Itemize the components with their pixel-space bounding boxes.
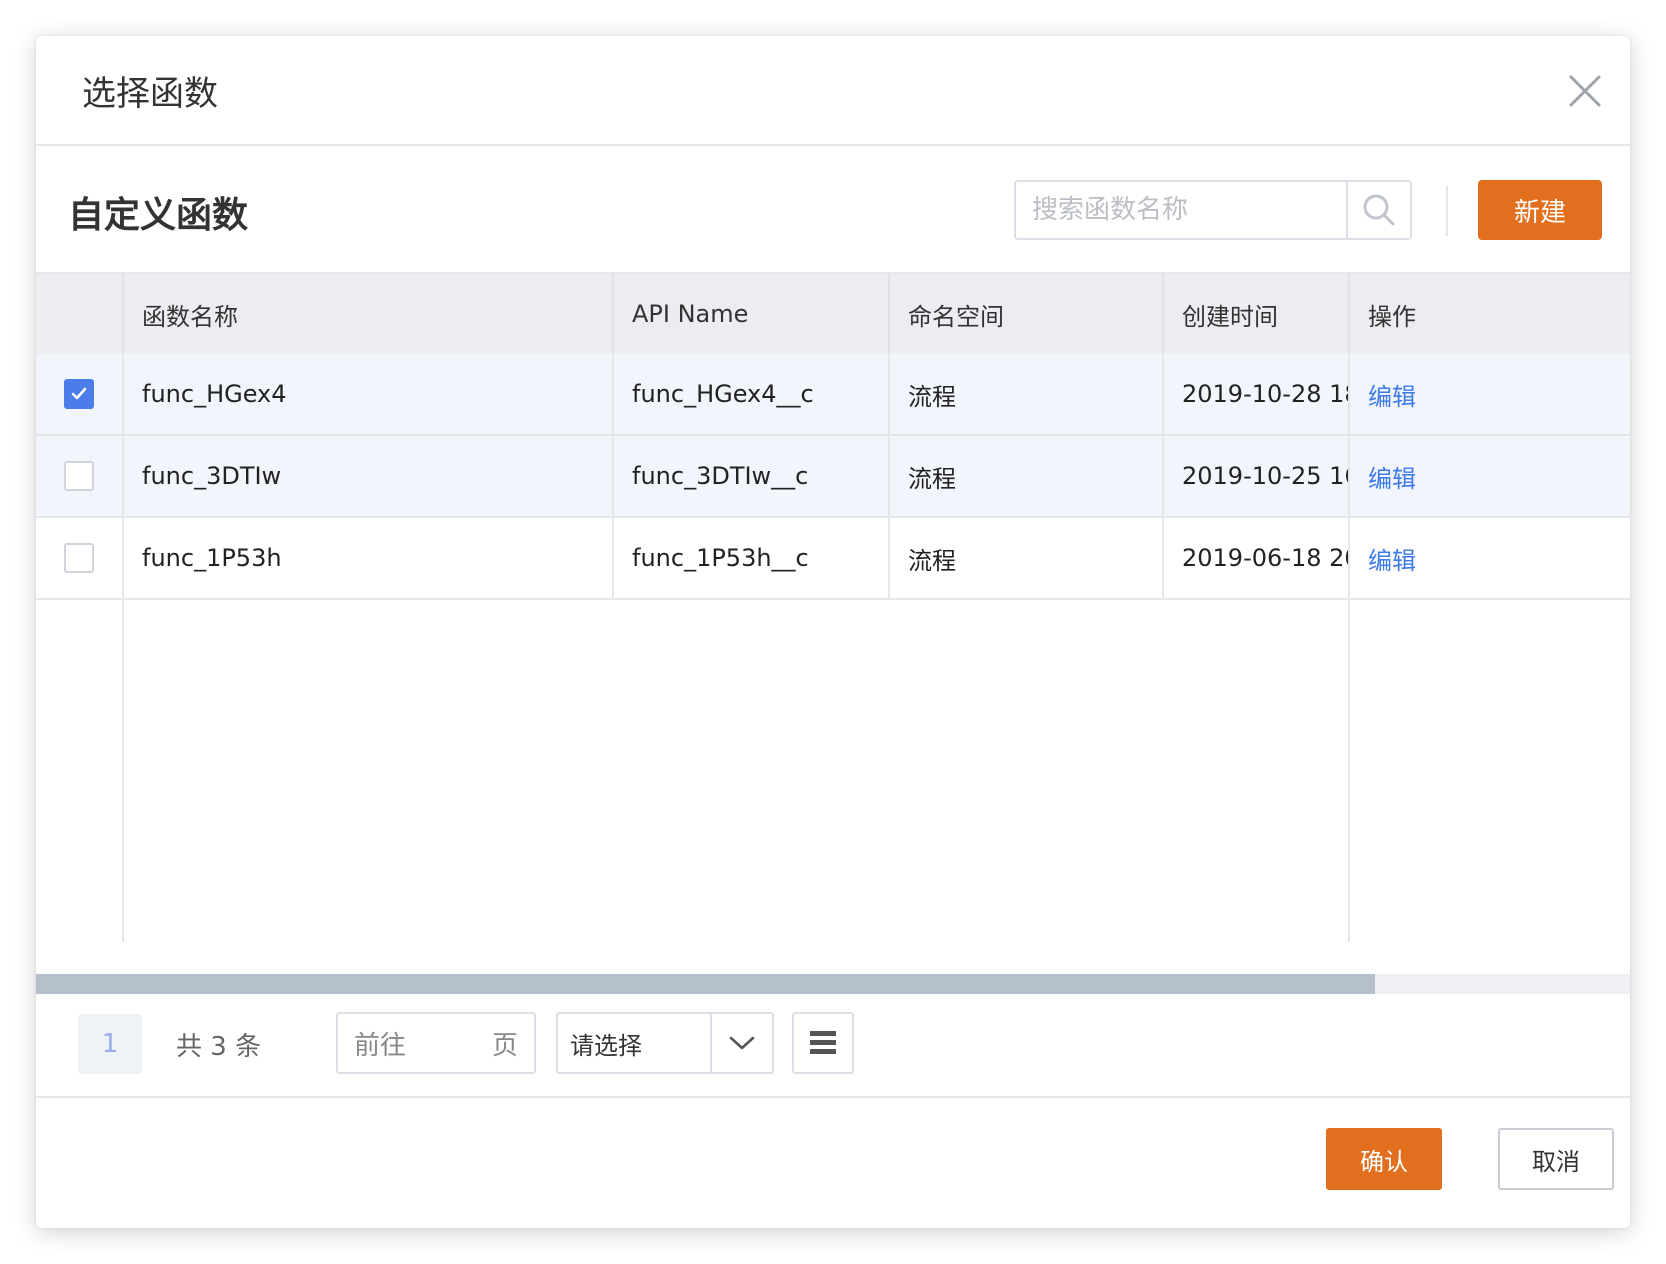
- row-select-cell: [36, 518, 124, 598]
- row-checkbox[interactable]: [64, 379, 94, 409]
- search-icon: [1363, 194, 1395, 226]
- select-function-dialog: 选择函数 自定义函数 新建 函数名称 API Name 命名: [36, 36, 1630, 1228]
- header-namespace: 命名空间: [890, 274, 1164, 354]
- row-checkbox[interactable]: [64, 543, 94, 573]
- search-box: [1014, 180, 1412, 240]
- function-name-cell: func_HGex4: [124, 354, 614, 434]
- dialog-footer: 确认 取消: [36, 1098, 1630, 1228]
- total-count: 共 3 条: [176, 1032, 262, 1062]
- edit-link[interactable]: 编辑: [1368, 541, 1416, 576]
- api-name-cell: func_HGex4__c: [614, 354, 890, 434]
- api-name-cell: func_3DTIw__c: [614, 436, 890, 516]
- pagination: 1 共 3 条 前往 页 请选择: [36, 996, 1630, 1098]
- search-input[interactable]: [1016, 182, 1346, 238]
- table-row[interactable]: func_3DTIw func_3DTIw__c 流程 2019-10-25 1…: [36, 436, 1630, 518]
- dialog-title: 选择函数: [82, 74, 218, 114]
- action-cell: 编辑: [1350, 436, 1630, 516]
- edit-link[interactable]: 编辑: [1368, 459, 1416, 494]
- row-select-cell: [36, 354, 124, 434]
- check-icon: [71, 387, 87, 400]
- row-select-cell: [36, 436, 124, 516]
- function-name-cell: func_1P53h: [124, 518, 614, 598]
- function-name-cell: func_3DTIw: [124, 436, 614, 516]
- goto-prefix: 前往: [354, 1030, 407, 1061]
- page-size-value: 请选择: [570, 1031, 642, 1060]
- dialog-header: 选择函数: [36, 36, 1630, 146]
- header-api-name: API Name: [614, 274, 890, 354]
- header-function-name: 函数名称: [124, 274, 614, 354]
- new-function-button[interactable]: 新建: [1478, 180, 1602, 240]
- toolbar: 自定义函数 新建: [36, 146, 1630, 272]
- horizontal-scrollbar[interactable]: [36, 974, 1630, 994]
- created-time-cell: 2019-10-28 18:1: [1164, 354, 1350, 434]
- created-time-cell: 2019-06-18 20:2: [1164, 518, 1350, 598]
- table-row[interactable]: func_1P53h func_1P53h__c 流程 2019-06-18 2…: [36, 518, 1630, 600]
- cancel-button[interactable]: 取消: [1498, 1128, 1614, 1190]
- search-button[interactable]: [1346, 182, 1410, 238]
- page-size-select[interactable]: 请选择: [556, 1012, 774, 1074]
- namespace-cell: 流程: [890, 436, 1164, 516]
- page-number-button[interactable]: 1: [78, 1014, 142, 1074]
- functions-table: 函数名称 API Name 命名空间 创建时间 操作 func_HGex4 fu…: [36, 272, 1630, 942]
- action-cell: 编辑: [1350, 354, 1630, 434]
- confirm-button[interactable]: 确认: [1326, 1128, 1442, 1190]
- header-created-time: 创建时间: [1164, 274, 1350, 354]
- created-time-cell: 2019-10-25 16:0: [1164, 436, 1350, 516]
- row-checkbox[interactable]: [64, 461, 94, 491]
- namespace-cell: 流程: [890, 518, 1164, 598]
- namespace-cell: 流程: [890, 354, 1164, 434]
- header-action: 操作: [1368, 302, 1416, 331]
- horizontal-scrollbar-thumb[interactable]: [36, 974, 1375, 994]
- goto-page-input[interactable]: 前往 页: [336, 1012, 536, 1074]
- goto-suffix: 页: [491, 1030, 518, 1061]
- table-row[interactable]: func_HGex4 func_HGex4__c 流程 2019-10-28 1…: [36, 354, 1630, 436]
- density-icon[interactable]: [792, 1012, 854, 1074]
- api-name-cell: func_1P53h__c: [614, 518, 890, 598]
- close-icon[interactable]: [1568, 74, 1602, 108]
- header-select-column: [36, 274, 124, 354]
- section-title: 自定义函数: [68, 195, 249, 236]
- edit-link[interactable]: 编辑: [1368, 377, 1416, 412]
- toolbar-divider: [1446, 186, 1448, 236]
- chevron-down-icon[interactable]: [710, 1014, 772, 1072]
- action-cell: 编辑: [1350, 518, 1630, 598]
- table-header: 函数名称 API Name 命名空间 创建时间 操作: [36, 272, 1630, 356]
